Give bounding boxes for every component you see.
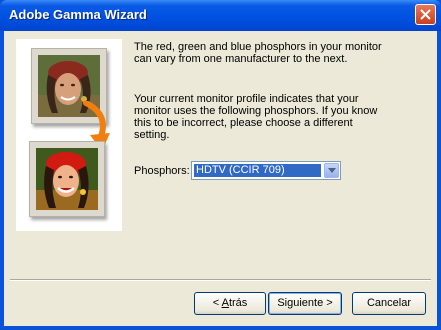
intro-line-2: can vary from one manufacturer to the ne… [134,53,348,65]
intro-paragraph: The red, green and blue phosphors in you… [134,41,424,65]
next-button[interactable]: Siguiente > [268,292,342,315]
profile-line-4: setting. [134,129,170,141]
phosphors-select[interactable]: HDTV (CCIR 709) [191,161,341,180]
back-button-hotkey: A [221,297,229,309]
dialog-body: The red, green and blue phosphors in you… [4,31,437,326]
back-button[interactable]: < Atrás [194,292,266,315]
window-title: Adobe Gamma Wizard [9,7,147,22]
profile-line-1: Your current monitor profile indicates t… [134,93,359,105]
profile-paragraph: Your current monitor profile indicates t… [134,93,424,141]
profile-line-3: this to be incorrect, please choose a di… [134,117,353,129]
close-icon [420,9,431,20]
chevron-down-icon [328,168,336,173]
intro-line-1: The red, green and blue phosphors in you… [134,41,382,53]
dialog-window: Adobe Gamma Wizard The red, green and bl… [0,0,441,330]
phosphors-label: Phosphors: [134,165,190,177]
monitor-illustration [16,39,122,231]
profile-line-2: monitor uses the following phosphors. If… [134,105,378,117]
close-button[interactable] [415,4,436,25]
cancel-button[interactable]: Cancelar [352,292,426,315]
title-bar[interactable]: Adobe Gamma Wizard [0,0,441,31]
portrait-after-image [36,148,98,210]
monitor-after [29,141,105,217]
next-button-suffix: > [326,297,333,309]
separator-line [10,279,431,281]
back-button-label: trás [228,297,248,309]
next-button-label: Siguiente [277,297,327,309]
dropdown-button[interactable] [324,163,339,178]
back-button-prefix: < [212,297,222,309]
phosphors-selected-value: HDTV (CCIR 709) [194,164,321,177]
